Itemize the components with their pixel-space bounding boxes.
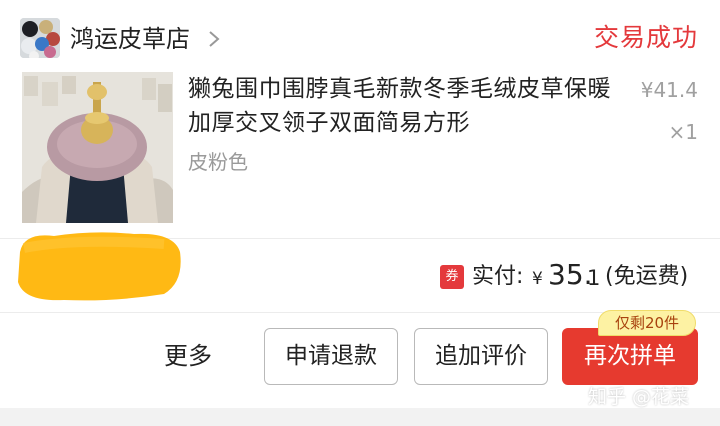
product-image[interactable] bbox=[22, 72, 173, 223]
product-title[interactable]: 獭兔围巾围脖真毛新款冬季毛绒皮草保暖加厚交叉领子双面简易方形 bbox=[188, 72, 618, 140]
redaction-mark bbox=[18, 232, 181, 301]
shipping-note: (免运费) bbox=[605, 264, 689, 289]
paid-amount-decimal: 1 bbox=[587, 266, 601, 290]
coupon-icon: 券 bbox=[440, 265, 464, 289]
paid-currency: ¥ bbox=[532, 269, 543, 289]
order-card: 鸿运皮草店 交易成功 獭兔围巾围脖真毛新款冬季毛绒皮草保暖加厚交叉领子双面简易方… bbox=[0, 0, 720, 408]
quantity: ×1 bbox=[668, 120, 698, 144]
shop-header[interactable]: 鸿运皮草店 交易成功 bbox=[0, 0, 720, 70]
order-status: 交易成功 bbox=[593, 23, 698, 52]
add-review-button[interactable]: 追加评价 bbox=[414, 328, 548, 385]
shop-avatar[interactable] bbox=[20, 18, 60, 58]
paid-amount: 35. bbox=[548, 258, 593, 291]
rebuy-button[interactable]: 再次拼单 bbox=[562, 328, 698, 385]
paid-label: 实付: bbox=[472, 264, 524, 289]
unit-price: ¥41.4 bbox=[640, 78, 698, 102]
watermark: 知乎 @花菜 bbox=[588, 386, 690, 408]
product-variant: 皮粉色 bbox=[188, 150, 248, 174]
stock-badge: 仅剩20件 bbox=[598, 310, 696, 336]
more-button[interactable]: 更多 bbox=[164, 340, 212, 372]
refund-button[interactable]: 申请退款 bbox=[264, 328, 398, 385]
chevron-right-icon[interactable] bbox=[204, 28, 224, 50]
shop-name[interactable]: 鸿运皮草店 bbox=[70, 24, 190, 54]
